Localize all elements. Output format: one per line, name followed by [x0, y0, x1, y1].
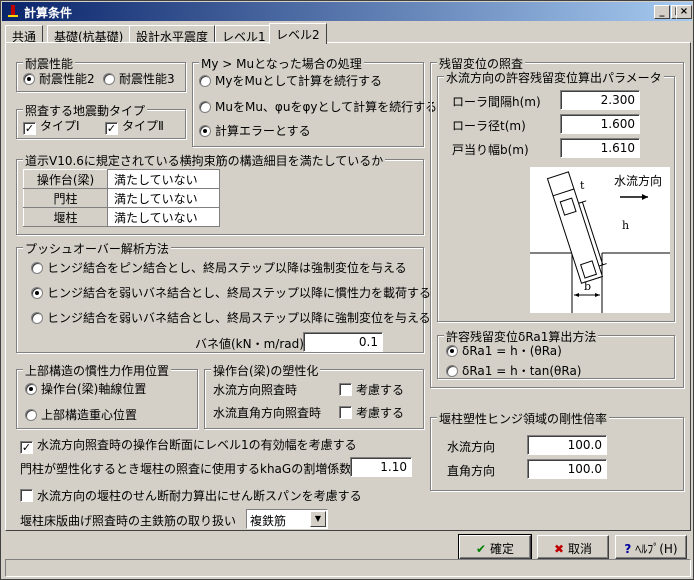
group-title: 堰柱塑性ヒンジ領域の剛性倍率 [437, 410, 610, 427]
diagram-t-label: t [580, 179, 585, 192]
minimize-button[interactable]: _ [654, 5, 670, 19]
rebar-label: 堰柱床版曲げ照査時の主鉄筋の取り扱い [20, 514, 237, 528]
khag-label: 門柱が塑性化するとき堰柱の照査に使用するkhaGの割増係数 [20, 462, 352, 476]
pushover-group: プッシュオーバー解析方法 ヒンジ結合をピン結合とし、終局ステップ以降は強制変位を… [16, 240, 431, 353]
app-icon [8, 5, 18, 17]
title-bar: 計算条件 _ □ [2, 2, 692, 21]
check-icon: ✓ [105, 122, 118, 135]
khag-input[interactable]: 1.10 [350, 457, 412, 477]
check-icon: ✓ [20, 441, 33, 454]
roller-dia-label: ローラ径t(m) [452, 119, 526, 133]
table-row: 門柱 満たしていない [23, 188, 220, 208]
chevron-down-icon[interactable]: ▼ [310, 511, 326, 527]
dialog-window: 計算条件 _ □ × 共通 基礎(杭基礎) 設計水平震度 レベル1 レベル2 耐… [0, 0, 694, 580]
close-icon: ✖ [554, 542, 565, 556]
level1-width-checkbox[interactable]: ✓ 水流方向照査時の操作台断面にレベル1の有効幅を考慮する [20, 436, 357, 454]
beam-axis-radio[interactable]: 操作台(梁)軸線位置 [25, 380, 146, 397]
diagram-h-label: h [622, 219, 629, 232]
window-title: 計算条件 [24, 6, 73, 20]
tab-panel: 耐震性能 耐震性能2 耐震性能3 照査する地震動タイプ ✓ タイプⅠ ✓ タイプⅡ … [5, 42, 691, 531]
check-icon: ✓ [23, 122, 36, 135]
flow-stiff-input[interactable]: 100.0 [527, 435, 607, 455]
ok-button[interactable]: ✔ 確定 [458, 534, 532, 560]
table-row: 堰柱 満たしていない [23, 207, 220, 227]
roller-gap-label: ローラ間隔h(m) [452, 95, 541, 109]
group-title: My > Muとなった場合の処理 [199, 55, 364, 72]
diagram-flow-label: 水流方向 [614, 173, 662, 188]
perp-dir-label: 水流直角方向照査時 [213, 406, 322, 420]
my-mu-group: My > Muとなった場合の処理 MyをMuとして計算を続行する MuをMu、φ… [192, 55, 437, 147]
diagram-b-label: b [584, 280, 591, 293]
residual-param-group: 水流方向の許容残留変位算出パラメータ ローラ間隔h(m) 2.300 ローラ径t… [437, 69, 675, 322]
hinge-stiffness-group: 堰柱塑性ヒンジ領域の剛性倍率 水流方向 100.0 直角方向 100.0 [430, 410, 684, 491]
ground-motion-group: 照査する地震動タイプ ✓ タイプⅠ ✓ タイプⅡ [16, 102, 186, 139]
tab-common[interactable]: 共通 [5, 25, 44, 44]
flow-dir-checkbox[interactable]: 考慮する [339, 381, 404, 398]
shear-span-checkbox[interactable]: 水流方向の堰柱のせん断耐力算出にせん断スパンを考慮する [20, 487, 362, 504]
seismic-perf-3-radio[interactable]: 耐震性能3 [103, 70, 175, 87]
pushover-pin-radio[interactable]: ヒンジ結合をピン結合とし、終局ステップ以降は強制変位を与える [31, 259, 407, 276]
check-icon: ✔ [476, 542, 487, 556]
roller-diagram-image: t h b 水流方向 [530, 167, 670, 313]
my-as-mu-radio[interactable]: MyをMuとして計算を続行する [199, 72, 382, 89]
group-title: 水流方向の許容残留変位算出パラメータ [444, 69, 664, 86]
tab-level1[interactable]: レベル1 [215, 25, 273, 44]
group-title: 道示V10.6に規定されている横拘束筋の構造細目を満たしているか [23, 152, 386, 169]
restraint-group: 道示V10.6に規定されている横拘束筋の構造細目を満たしているか 操作台(梁) 満… [16, 152, 424, 235]
inertia-pos-group: 上部構造の慣性力作用位置 操作台(梁)軸線位置 上部構造重心位置 [16, 362, 198, 429]
close-button[interactable]: × [676, 5, 692, 19]
tab-foundation[interactable]: 基礎(杭基礎) [47, 25, 131, 44]
restraint-table: 操作台(梁) 満たしていない 門柱 満たしていない 堰柱 満たしていない [23, 169, 220, 227]
tab-level2[interactable]: レベル2 [269, 23, 327, 44]
super-cg-radio[interactable]: 上部構造重心位置 [25, 406, 137, 423]
rebar-select[interactable]: 複鉄筋 ▼ [246, 509, 328, 529]
help-icon: ? [624, 542, 632, 556]
seismic-perf-2-radio[interactable]: 耐震性能2 [23, 70, 95, 87]
roller-dia-input[interactable]: 1.600 [560, 114, 640, 134]
mu-phi-radio[interactable]: MuをMu、φuをφyとして計算を続行する [199, 98, 437, 115]
type2-checkbox[interactable]: ✓ タイプⅡ [105, 117, 164, 135]
table-row: 操作台(梁) 満たしていない [23, 169, 220, 189]
restraint-value[interactable]: 満たしていない [107, 207, 220, 227]
plasticity-group: 操作台(梁)の塑性化 水流方向照査時 考慮する 水流直角方向照査時 考慮する [204, 362, 424, 429]
perp-stiff-label: 直角方向 [447, 464, 496, 478]
tab-seismic-coef[interactable]: 設計水平震度 [129, 25, 216, 44]
spring-value-label: バネ値(kN・m/rad) [195, 337, 304, 351]
flow-dir-label: 水流方向照査時 [213, 383, 298, 397]
perp-dir-checkbox[interactable]: 考慮する [339, 404, 404, 421]
perp-stiff-input[interactable]: 100.0 [527, 459, 607, 479]
pushover-spring-disp-radio[interactable]: ヒンジ結合を弱いバネ結合とし、終局ステップ以降に強制変位を与える [31, 309, 431, 326]
calc-error-radio[interactable]: 計算エラーとする [199, 122, 311, 139]
cancel-button[interactable]: ✖ 取消 [537, 535, 609, 559]
spring-value-input[interactable]: 0.1 [303, 332, 383, 352]
residual-group: 残留変位の照査 水流方向の許容残留変位算出パラメータ ローラ間隔h(m) 2.3… [430, 55, 684, 388]
help-button[interactable]: ? ﾍﾙﾌﾟ(H) [615, 535, 687, 559]
stop-width-label: 戸当り幅b(m) [452, 143, 529, 157]
roller-gap-input[interactable]: 2.300 [560, 90, 640, 110]
stop-width-input[interactable]: 1.610 [560, 138, 640, 158]
group-title: 上部構造の慣性力作用位置 [23, 362, 172, 379]
method1-radio[interactable]: δRa1 = h・(θRa) [446, 342, 562, 359]
group-title: 操作台(梁)の塑性化 [211, 362, 321, 379]
method-group: 許容残留変位δRa1算出方法 δRa1 = h・(θRa) δRa1 = h・t… [437, 328, 675, 379]
restraint-value[interactable]: 満たしていない [107, 188, 220, 208]
flow-stiff-label: 水流方向 [447, 440, 496, 454]
status-bar [5, 559, 691, 577]
pushover-spring-inertia-radio[interactable]: ヒンジ結合を弱いバネ結合とし、終局ステップ以降に慣性力を載荷する [31, 284, 431, 301]
group-title: プッシュオーバー解析方法 [23, 240, 171, 257]
restraint-value[interactable]: 満たしていない [107, 169, 220, 189]
type1-checkbox[interactable]: ✓ タイプⅠ [23, 117, 80, 135]
method2-radio[interactable]: δRa1 = h・tan(θRa) [446, 362, 582, 379]
seismic-perf-group: 耐震性能 耐震性能2 耐震性能3 [16, 55, 186, 92]
